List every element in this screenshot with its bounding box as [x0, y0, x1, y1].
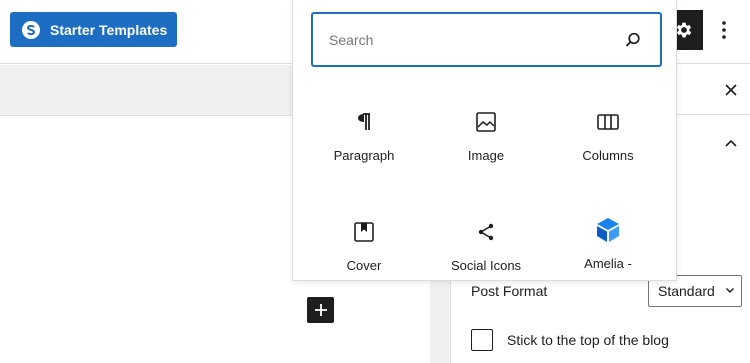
block-label: Paragraph: [333, 148, 395, 163]
canvas-edge: [430, 281, 450, 363]
columns-icon: [596, 110, 620, 134]
block-label: Cover: [346, 258, 382, 273]
search-icon: [625, 32, 640, 47]
starter-templates-logo-icon: [22, 20, 40, 39]
close-sidebar-button[interactable]: [721, 80, 741, 100]
close-icon: [725, 84, 737, 96]
block-label: Social Icons: [450, 258, 522, 273]
vertical-ellipsis-icon: [722, 21, 726, 39]
block-label: Image: [467, 148, 505, 163]
block-label: Columns: [582, 148, 634, 163]
post-format-label: Post Format: [471, 283, 548, 299]
block-label: Amelia -: [584, 256, 632, 271]
block-inserter-popover: Paragraph Image Columns Cover Social Ico…: [292, 0, 677, 281]
block-item-image[interactable]: Image: [426, 110, 546, 200]
plus-icon: [314, 304, 327, 316]
cover-icon: [352, 220, 376, 244]
stick-to-top-checkbox[interactable]: [471, 329, 493, 351]
add-block-button[interactable]: [307, 297, 334, 323]
gear-icon: [676, 22, 692, 38]
chevron-down-icon: [726, 288, 734, 293]
amelia-logo-icon: [594, 216, 622, 244]
starter-templates-button[interactable]: Starter Templates: [10, 12, 177, 47]
paragraph-icon: [352, 110, 376, 134]
block-item-columns[interactable]: Columns: [548, 110, 668, 200]
share-icon: [474, 220, 498, 244]
block-item-paragraph[interactable]: Paragraph: [304, 110, 424, 200]
post-format-value: Standard: [658, 283, 715, 299]
starter-templates-label: Starter Templates: [50, 21, 168, 38]
block-item-cover[interactable]: Cover: [304, 220, 424, 280]
image-icon: [474, 110, 498, 134]
block-search-box[interactable]: [311, 12, 662, 67]
block-search-input[interactable]: [329, 14, 619, 65]
more-options-button[interactable]: [712, 14, 736, 46]
chevron-up-icon: [725, 139, 737, 147]
block-item-amelia[interactable]: Amelia -: [548, 216, 668, 280]
block-item-social-icons[interactable]: Social Icons: [426, 220, 546, 280]
panel-toggle-button[interactable]: [721, 133, 741, 153]
stick-to-top-label: Stick to the top of the blog: [507, 332, 669, 348]
